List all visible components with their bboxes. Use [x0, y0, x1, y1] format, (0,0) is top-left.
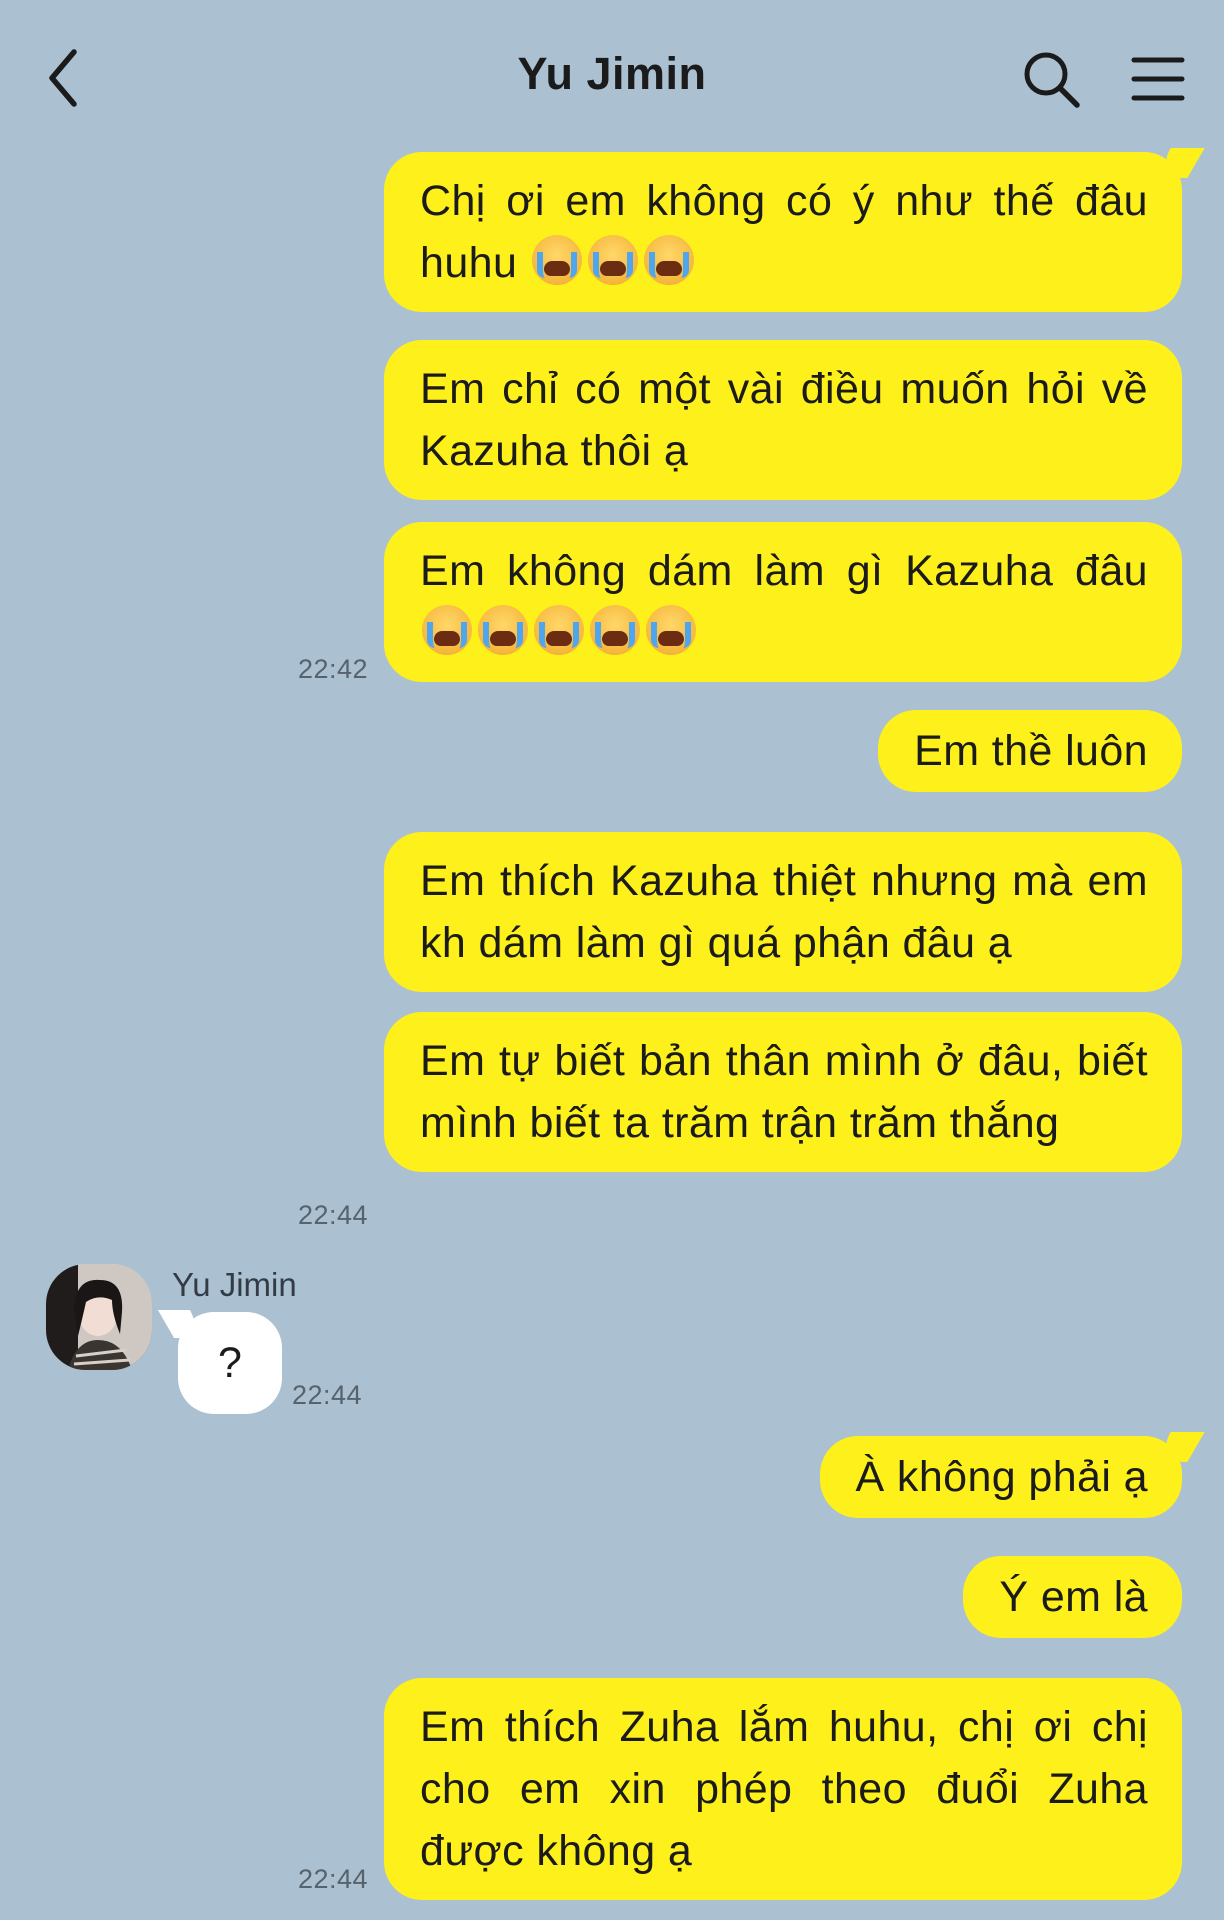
message-text: Ý em là	[999, 1573, 1148, 1621]
menu-button[interactable]	[1130, 54, 1186, 104]
loudly-crying-face-icon	[534, 605, 584, 655]
message-text: À không phải ạ	[855, 1453, 1148, 1501]
hamburger-menu-icon	[1131, 57, 1185, 101]
message-timestamp: 22:44	[298, 1864, 369, 1894]
message-text: ?	[218, 1339, 242, 1387]
message-text: Em không dám làm gì Kazuha đâu	[420, 547, 1148, 595]
sender-name: Yu Jimin	[172, 1266, 297, 1303]
loudly-crying-face-icon	[587, 235, 638, 285]
message-text: Em chỉ có một vài điều muốn hỏi về Kazuh…	[420, 365, 1148, 475]
outgoing-message[interactable]: Em thích Kazuha thiệt nhưng mà em kh dám…	[384, 832, 1182, 992]
incoming-message[interactable]: ?	[178, 1312, 282, 1414]
outgoing-message[interactable]: Chị ơi em không có ý như thế đâu huhu	[384, 152, 1182, 312]
message-text: Em thích Zuha lắm huhu, chị ơi chị cho e…	[420, 1703, 1148, 1875]
profile-photo	[46, 1264, 152, 1370]
outgoing-message[interactable]: Em chỉ có một vài điều muốn hỏi về Kazuh…	[384, 340, 1182, 500]
message-timestamp: 22:44	[292, 1380, 363, 1410]
loudly-crying-face-icon	[646, 605, 696, 655]
loudly-crying-face-emoji-group	[420, 602, 700, 664]
message-text: Em thề luôn	[914, 727, 1148, 775]
loudly-crying-face-icon	[478, 605, 528, 655]
search-button[interactable]	[1022, 50, 1082, 110]
outgoing-message[interactable]: Em thích Zuha lắm huhu, chị ơi chị cho e…	[384, 1678, 1182, 1900]
message-text: Em tự biết bản thân mình ở đâu, biết mìn…	[420, 1037, 1148, 1147]
chat-header: Yu Jimin	[0, 0, 1224, 150]
message-text: Em thích Kazuha thiệt nhưng mà em kh dám…	[420, 857, 1148, 967]
outgoing-message[interactable]: Em thề luôn	[878, 710, 1182, 792]
outgoing-message[interactable]: Ý em là	[963, 1556, 1182, 1638]
message-timestamp: 22:44	[298, 1200, 369, 1230]
loudly-crying-face-icon	[643, 235, 694, 285]
outgoing-message[interactable]: Em không dám làm gì Kazuha đâu	[384, 522, 1182, 682]
loudly-crying-face-icon	[590, 605, 640, 655]
loudly-crying-face-icon	[531, 235, 582, 285]
avatar[interactable]	[46, 1264, 152, 1370]
message-timestamp: 22:42	[298, 654, 369, 684]
outgoing-message[interactable]: À không phải ạ	[819, 1436, 1182, 1518]
loudly-crying-face-icon	[422, 605, 472, 655]
search-icon	[1024, 52, 1080, 108]
outgoing-message[interactable]: Em tự biết bản thân mình ở đâu, biết mìn…	[384, 1012, 1182, 1172]
loudly-crying-face-emoji-group	[530, 232, 698, 294]
